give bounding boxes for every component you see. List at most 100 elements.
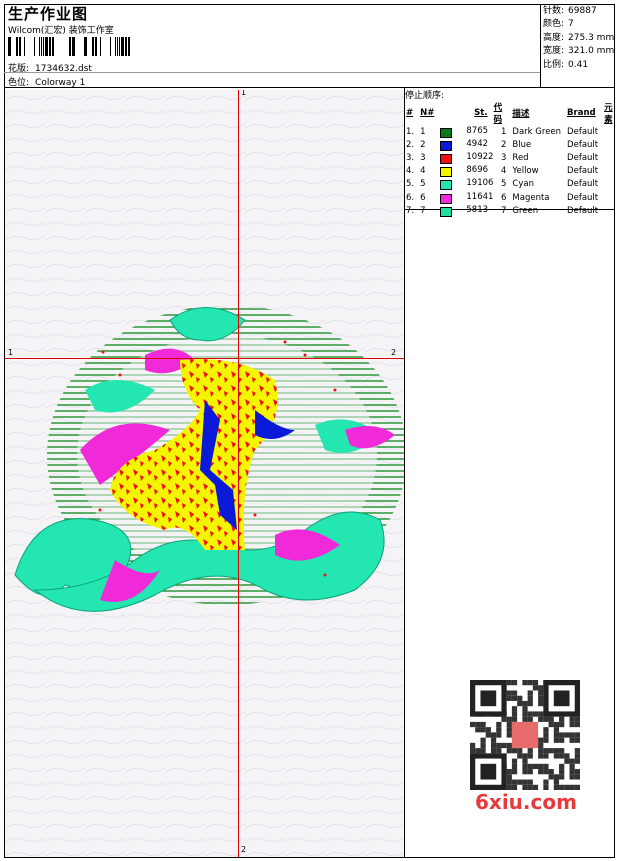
color-table-header: # N# St. 代码 描述 Brand 元素	[403, 101, 620, 125]
row-description: Red	[512, 152, 529, 163]
axis-label-left: 1	[8, 348, 14, 357]
col-stitches: St.	[474, 108, 488, 118]
row-element	[601, 138, 620, 151]
row-code: 1	[501, 126, 507, 137]
company-name: Wilcom(汇宏) 装饰工作室	[8, 26, 114, 36]
color-row[interactable]: 5. 5 19106 5 Cyan Default	[403, 178, 620, 191]
design-canvas[interactable]: 1 2 1 2	[5, 90, 404, 857]
row-stitches: 5813	[437, 204, 490, 217]
row-element	[601, 151, 620, 164]
row-needle: 3	[420, 152, 426, 163]
row-index: 5.	[406, 179, 415, 190]
row-element	[601, 204, 620, 217]
color-row[interactable]: 7. 7 5813 7 Green Default	[403, 204, 620, 217]
row-description: Blue	[512, 139, 532, 150]
row-needle: 1	[420, 126, 426, 137]
col-index: #	[406, 108, 414, 118]
row-code: 7	[501, 205, 507, 216]
row-needle: 7	[420, 205, 426, 216]
col-description: 描述	[512, 109, 530, 119]
row-description: Dark Green	[512, 126, 562, 137]
stat-label: 宽度:	[543, 46, 565, 57]
row-description: Cyan	[512, 179, 534, 190]
color-swatch	[440, 153, 453, 164]
stitch-count: 5813	[466, 204, 489, 215]
stat-scale: 比例: 0.41	[543, 59, 614, 72]
site-watermark: 6xiu.com	[475, 790, 577, 814]
row-brand: Default	[567, 152, 599, 163]
stitch-count: 4942	[466, 138, 489, 149]
row-stitches: 10922	[437, 151, 494, 164]
stats-divider	[540, 4, 541, 88]
header-divider	[4, 87, 615, 88]
row-brand: Default	[567, 139, 599, 150]
row-description: Magenta	[512, 192, 550, 203]
stat-value: 321.0 mm	[568, 46, 615, 57]
row-brand: Default	[567, 126, 599, 137]
col-element: 元素	[604, 103, 613, 125]
row-element	[601, 178, 620, 191]
color-swatch	[440, 167, 453, 178]
row-element	[601, 191, 620, 204]
meta-divider	[4, 72, 540, 73]
row-code: 4	[501, 166, 507, 177]
row-needle: 6	[420, 192, 426, 203]
barcode	[8, 37, 130, 56]
row-brand: Default	[567, 192, 599, 203]
color-row[interactable]: 3. 3 10922 3 Red Default	[403, 151, 620, 164]
row-brand: Default	[567, 205, 599, 216]
stitch-count: 10922	[466, 151, 494, 162]
color-row[interactable]: 4. 4 8696 4 Yellow Default	[403, 165, 620, 178]
stat-stitches: 针数: 69887	[543, 5, 614, 18]
row-stitches: 19106	[437, 178, 494, 191]
row-index: 4.	[406, 166, 415, 177]
horizontal-center-axis	[5, 358, 404, 359]
color-row[interactable]: 1. 1 8765 1 Dark Green Default	[403, 125, 620, 138]
col-code: 代码	[493, 103, 503, 125]
axis-label-bottom: 2	[241, 845, 247, 854]
embroidery-artwork	[5, 90, 404, 857]
vertical-center-axis	[238, 90, 239, 857]
stat-label: 高度:	[543, 32, 565, 43]
stitch-count: 11641	[466, 191, 494, 202]
stat-label: 颜色:	[543, 19, 565, 30]
row-stitches: 8765	[437, 125, 490, 138]
stitch-count: 19106	[466, 178, 494, 189]
axis-label-right: 2	[391, 348, 397, 357]
row-index: 6.	[406, 192, 415, 203]
color-swatch	[440, 140, 453, 151]
stat-value: 0.41	[568, 59, 589, 70]
sheet-title: 生产作业图	[8, 5, 89, 23]
row-needle: 4	[420, 166, 426, 177]
col-needle: N#	[420, 108, 435, 118]
row-element	[601, 165, 620, 178]
row-index: 7.	[406, 205, 415, 216]
color-swatch	[440, 180, 453, 191]
color-swatch	[440, 206, 453, 217]
stat-label: 比例:	[543, 59, 565, 70]
stitch-count: 8696	[466, 165, 489, 176]
row-description: Yellow	[512, 166, 539, 177]
color-row[interactable]: 6. 6 11641 6 Magenta Default	[403, 191, 620, 204]
row-index: 3.	[406, 152, 415, 163]
row-element	[601, 125, 620, 138]
stop-sequence-title: 停止顺序:	[405, 91, 445, 101]
stat-value: 69887	[568, 6, 597, 16]
color-table: # N# St. 代码 描述 Brand 元素 1. 1 8765 1 Dark Gre…	[403, 101, 620, 217]
row-index: 1.	[406, 126, 415, 137]
stat-width: 宽度: 321.0 mm	[543, 45, 614, 58]
col-brand: Brand	[567, 108, 596, 118]
row-description: Green	[512, 205, 539, 216]
row-index: 2.	[406, 139, 415, 150]
row-needle: 5	[420, 179, 426, 190]
stat-height: 高度: 275.3 mm	[543, 32, 614, 45]
row-stitches: 8696	[437, 165, 490, 178]
axis-label-top: 1	[241, 90, 247, 97]
stat-value: 7	[568, 19, 574, 30]
color-row[interactable]: 2. 2 4942 2 Blue Default	[403, 138, 620, 151]
stat-value: 275.3 mm	[568, 32, 615, 43]
color-swatch	[440, 193, 453, 204]
production-sheet: 生产作业图 Wilcom(汇宏) 装饰工作室 花版: 1734632.dst 色位…	[0, 0, 620, 861]
row-brand: Default	[567, 166, 599, 177]
row-stitches: 11641	[437, 191, 494, 204]
